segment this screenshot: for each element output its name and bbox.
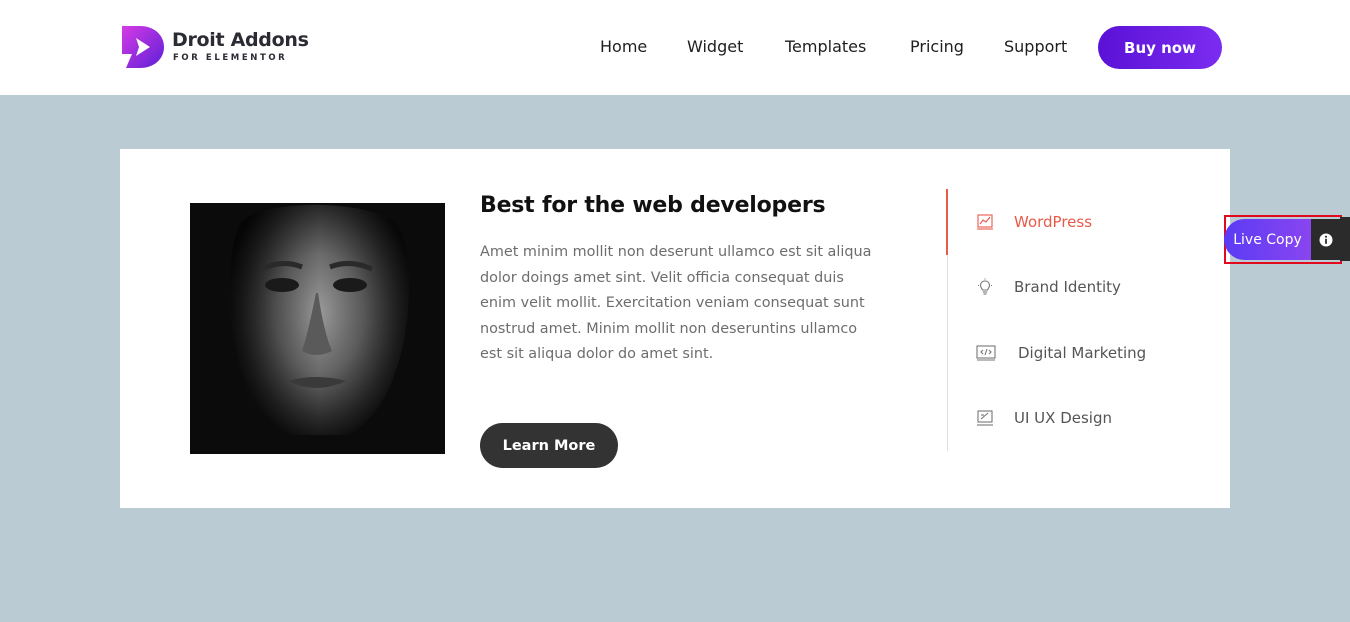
logo-subtitle: FOR ELEMENTOR (173, 53, 288, 63)
card-heading: Best for the web developers (480, 193, 826, 218)
tab-label: WordPress (1014, 213, 1093, 231)
nav-support[interactable]: Support (1004, 37, 1067, 56)
nav-pricing[interactable]: Pricing (910, 37, 964, 56)
feature-card: Best for the web developers Amet minim m… (120, 149, 1230, 508)
info-icon (1319, 233, 1332, 246)
tab-label: UI UX Design (1014, 409, 1112, 427)
live-copy-button[interactable]: Live Copy (1224, 219, 1311, 260)
logo[interactable]: Droit Addons FOR ELEMENTOR (120, 24, 320, 70)
card-body-text: Amet minim mollit non deserunt ullamco e… (480, 244, 872, 362)
nav-home[interactable]: Home (600, 37, 647, 56)
nav-templates[interactable]: Templates (785, 37, 866, 56)
portrait-image (190, 203, 445, 454)
tab-ui-ux-design[interactable]: UI UX Design (976, 406, 1112, 430)
tab-label: Brand Identity (1014, 278, 1121, 296)
tab-wordpress[interactable]: WordPress (976, 210, 1092, 234)
live-copy-widget: Live Copy (1224, 215, 1342, 264)
chart-icon (976, 213, 994, 231)
code-window-icon (976, 344, 996, 362)
tab-digital-marketing[interactable]: Digital Marketing (976, 341, 1146, 365)
active-tab-indicator (946, 189, 948, 255)
logo-title: Droit Addons (172, 29, 309, 51)
nav-widget[interactable]: Widget (687, 37, 743, 56)
learn-more-button[interactable]: Learn More (480, 423, 618, 468)
info-button[interactable] (1311, 219, 1340, 260)
side-panel-tab[interactable] (1340, 217, 1350, 261)
site-header: Droit Addons FOR ELEMENTOR Home Widget T… (0, 0, 1350, 95)
tab-label: Digital Marketing (1018, 344, 1147, 362)
design-screen-icon (976, 409, 994, 427)
buy-now-button[interactable]: Buy now (1098, 26, 1222, 69)
tab-brand-identity[interactable]: Brand Identity (976, 275, 1121, 299)
lightbulb-icon (976, 278, 994, 296)
logo-mark-icon (122, 26, 164, 68)
